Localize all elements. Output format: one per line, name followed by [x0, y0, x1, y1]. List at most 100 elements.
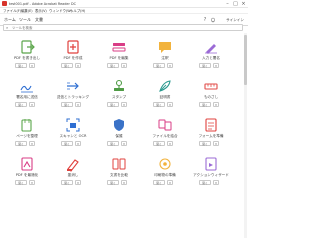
- export-pdf-icon[interactable]: [19, 39, 35, 55]
- tool-label[interactable]: 文書を比較: [96, 173, 142, 178]
- tool-open-button[interactable]: 開く: [199, 141, 211, 146]
- tool-menu-dropdown[interactable]: ▾: [167, 102, 173, 107]
- tool-label[interactable]: スキャンと OCR: [50, 134, 96, 139]
- combine-files-icon[interactable]: [157, 117, 173, 133]
- tool-menu-dropdown[interactable]: ▾: [75, 63, 81, 68]
- tool-open-button[interactable]: 開く: [153, 180, 165, 185]
- compare-icon[interactable]: [111, 156, 127, 172]
- tool-card[interactable]: ページを整理 開く ▾: [4, 111, 50, 149]
- measure-icon[interactable]: [203, 78, 219, 94]
- tool-label[interactable]: 送信とトラッキング: [50, 95, 96, 100]
- tool-label[interactable]: ファイルを結合: [142, 134, 188, 139]
- create-pdf-icon[interactable]: [65, 39, 81, 55]
- tool-card[interactable]: 保護開く ▾: [96, 111, 142, 149]
- tool-search-box[interactable]: ⌕: [3, 24, 243, 31]
- tool-menu-dropdown[interactable]: ▾: [121, 180, 127, 185]
- fill-sign-icon[interactable]: [203, 39, 219, 55]
- tool-open-button[interactable]: 開く: [61, 63, 73, 68]
- tool-menu-dropdown[interactable]: ▾: [213, 102, 219, 107]
- tool-search-input[interactable]: [12, 25, 232, 31]
- tool-card[interactable]: スタンプ開く ▾: [96, 72, 142, 110]
- edit-pdf-icon[interactable]: [111, 39, 127, 55]
- tool-open-button[interactable]: 開く: [107, 102, 119, 107]
- tool-menu-dropdown[interactable]: ▾: [29, 102, 35, 107]
- tool-card[interactable]: PDF を最適化開く ▾: [4, 150, 50, 188]
- tool-label[interactable]: PDF を作成: [50, 56, 96, 61]
- help-icon[interactable]: ?: [202, 17, 208, 23]
- tool-card[interactable]: ものさし開く ▾: [188, 72, 234, 110]
- tool-label[interactable]: 墨消し: [50, 173, 96, 178]
- tool-label[interactable]: スタンプ: [96, 95, 142, 100]
- tool-menu-dropdown[interactable]: ▾: [75, 102, 81, 107]
- tool-open-button[interactable]: 開く: [153, 141, 165, 146]
- action-wizard-icon[interactable]: [203, 156, 219, 172]
- tool-open-button[interactable]: 開く: [153, 102, 165, 107]
- tool-label[interactable]: 保護: [96, 134, 142, 139]
- tool-open-button[interactable]: 開く: [107, 180, 119, 185]
- tool-card[interactable]: 印刷物の準備開く ▾: [142, 150, 188, 188]
- tool-menu-dropdown[interactable]: ▾: [167, 141, 173, 146]
- tool-open-button[interactable]: 開く: [61, 102, 73, 107]
- tool-open-button[interactable]: 開く: [15, 63, 27, 68]
- tool-label[interactable]: 入力と署名: [188, 56, 234, 61]
- tool-label[interactable]: ものさし: [188, 95, 234, 100]
- close-button[interactable]: ×: [240, 1, 247, 7]
- tool-menu-dropdown[interactable]: ▾: [167, 180, 173, 185]
- tool-open-button[interactable]: 開く: [61, 141, 73, 146]
- tool-card[interactable]: アクションウィザード 開く ▾: [188, 150, 234, 188]
- tool-label[interactable]: 署名用に送信: [4, 95, 50, 100]
- tool-open-button[interactable]: 開く: [199, 63, 211, 68]
- comment-icon[interactable]: [157, 39, 173, 55]
- tool-open-button[interactable]: 開く: [107, 141, 119, 146]
- tool-open-button[interactable]: 開く: [153, 63, 165, 68]
- tool-card[interactable]: 入力と署名開く ▾: [188, 33, 234, 71]
- tool-open-button[interactable]: 開く: [107, 63, 119, 68]
- tool-label[interactable]: 証明書: [142, 95, 188, 100]
- tool-menu-dropdown[interactable]: ▾: [121, 141, 127, 146]
- stamp-icon[interactable]: [111, 78, 127, 94]
- tool-card[interactable]: PDF を書き出し 開く ▾: [4, 33, 50, 71]
- tool-label[interactable]: PDF を編集: [96, 56, 142, 61]
- tool-card[interactable]: PDF を編集 開く ▾: [96, 33, 142, 71]
- tool-card[interactable]: ファイルを結合開く ▾: [142, 111, 188, 149]
- tool-menu-dropdown[interactable]: ▾: [75, 141, 81, 146]
- prepare-form-icon[interactable]: [203, 117, 219, 133]
- tool-card[interactable]: 送信とトラッキング開く ▾: [50, 72, 96, 110]
- tool-menu-dropdown[interactable]: ▾: [121, 102, 127, 107]
- tool-open-button[interactable]: 開く: [199, 102, 211, 107]
- tool-menu-dropdown[interactable]: ▾: [29, 63, 35, 68]
- tool-label[interactable]: PDF を最適化: [4, 173, 50, 178]
- print-production-icon[interactable]: [157, 156, 173, 172]
- tool-open-button[interactable]: 開く: [15, 180, 27, 185]
- tool-menu-dropdown[interactable]: ▾: [75, 180, 81, 185]
- tool-label[interactable]: 印刷物の準備: [142, 173, 188, 178]
- tool-menu-dropdown[interactable]: ▾: [29, 180, 35, 185]
- send-track-icon[interactable]: [65, 78, 81, 94]
- scrollbar[interactable]: [244, 33, 247, 238]
- minimize-button[interactable]: –: [224, 1, 231, 7]
- maximize-button[interactable]: □: [232, 1, 239, 7]
- tool-card[interactable]: PDF を作成開く ▾: [50, 33, 96, 71]
- tool-label[interactable]: フォームを準備: [188, 134, 234, 139]
- scrollbar-thumb[interactable]: [244, 35, 247, 85]
- scan-ocr-icon[interactable]: [65, 117, 81, 133]
- tool-label[interactable]: 注釈: [142, 56, 188, 61]
- tool-open-button[interactable]: 開く: [61, 180, 73, 185]
- notification-bell-icon[interactable]: [210, 17, 216, 23]
- certificate-icon[interactable]: [157, 78, 173, 94]
- organize-pages-icon[interactable]: [19, 117, 35, 133]
- tool-label[interactable]: アクションウィザード: [188, 173, 234, 178]
- send-for-signature-icon[interactable]: [19, 78, 35, 94]
- optimize-pdf-icon[interactable]: [19, 156, 35, 172]
- tool-menu-dropdown[interactable]: ▾: [29, 141, 35, 146]
- tool-open-button[interactable]: 開く: [15, 102, 27, 107]
- tool-label[interactable]: ページを整理: [4, 134, 50, 139]
- tool-open-button[interactable]: 開く: [199, 180, 211, 185]
- redact-icon[interactable]: [65, 156, 81, 172]
- tool-card[interactable]: スキャンと OCR 開く ▾: [50, 111, 96, 149]
- tool-card[interactable]: 署名用に送信開く ▾: [4, 72, 50, 110]
- tool-menu-dropdown[interactable]: ▾: [213, 63, 219, 68]
- tool-menu-dropdown[interactable]: ▾: [213, 141, 219, 146]
- protect-icon[interactable]: [111, 117, 127, 133]
- tool-card[interactable]: 墨消し開く ▾: [50, 150, 96, 188]
